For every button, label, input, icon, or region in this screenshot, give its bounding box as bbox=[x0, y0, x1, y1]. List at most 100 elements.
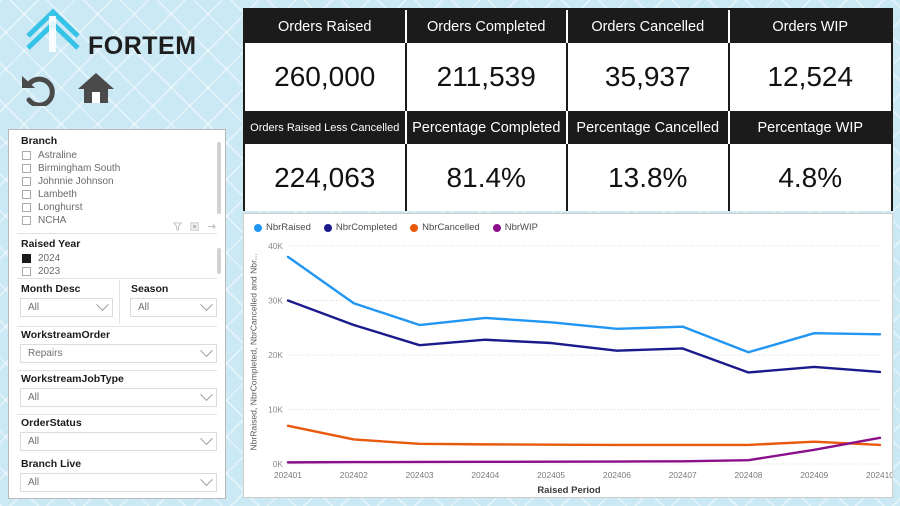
x-axis-tick-label: 202405 bbox=[537, 470, 565, 480]
raised-year-scrollbar[interactable] bbox=[217, 248, 221, 274]
x-axis-tick-label: 202408 bbox=[734, 470, 762, 480]
kpi-grid: Orders Raised Orders Completed Orders Ca… bbox=[243, 8, 893, 211]
checkbox[interactable] bbox=[22, 190, 31, 199]
workstream-job-type-dropdown[interactable]: All bbox=[20, 388, 217, 407]
slicer-workstream-job-type: WorkstreamJobType All bbox=[9, 373, 225, 407]
checkbox[interactable] bbox=[22, 216, 31, 225]
brand-name: FORTEM bbox=[88, 32, 197, 60]
chevron-down-icon bbox=[200, 298, 213, 312]
x-axis-tick-label: 202404 bbox=[471, 470, 499, 480]
main-content: Orders Raised Orders Completed Orders Ca… bbox=[243, 8, 893, 498]
legend-item-nbrcompleted[interactable]: NbrCompleted bbox=[323, 222, 398, 233]
legend-label: NbrRaised bbox=[266, 222, 311, 233]
selected-value: All bbox=[28, 436, 40, 447]
x-axis-tick-label: 202406 bbox=[603, 470, 631, 480]
filter-panel: Branch Astraline Birmingham South Johnni… bbox=[8, 129, 226, 499]
chart-plot-area: NbrRaised, NbrCompleted, NbrCancelled an… bbox=[244, 236, 894, 498]
chevron-down-icon bbox=[200, 344, 213, 358]
workstream-order-dropdown[interactable]: Repairs bbox=[20, 344, 217, 363]
x-axis-tick-label: 202402 bbox=[340, 470, 368, 480]
y-axis-tick-label: 20K bbox=[268, 350, 283, 360]
kpi-title-orders-raised: Orders Raised bbox=[245, 10, 407, 43]
order-status-dropdown[interactable]: All bbox=[20, 432, 217, 451]
kpi-title-percentage-completed: Percentage Completed bbox=[406, 111, 568, 144]
option-label: Astraline bbox=[38, 150, 77, 161]
selected-value: All bbox=[28, 392, 40, 403]
filter-icon[interactable] bbox=[173, 222, 182, 231]
legend-label: NbrWIP bbox=[504, 222, 538, 233]
kpi-value-orders-wip: 12,524 bbox=[729, 43, 891, 111]
panel-divider bbox=[17, 414, 217, 415]
legend-item-nbrraised[interactable]: NbrRaised bbox=[254, 222, 311, 233]
checkbox-checked[interactable] bbox=[22, 254, 31, 263]
brand-header: FORTEM bbox=[0, 0, 238, 66]
line-chart-card: NbrRaised NbrCompleted NbrCancelled NbrWIP … bbox=[243, 213, 893, 498]
option-label: Lambeth bbox=[38, 189, 77, 200]
branch-option[interactable]: Birmingham South bbox=[9, 162, 225, 175]
branch-live-dropdown[interactable]: All bbox=[20, 473, 217, 492]
raised-year-option[interactable]: 2023 bbox=[9, 265, 225, 278]
checkbox[interactable] bbox=[22, 267, 31, 276]
branch-option[interactable]: Lambeth bbox=[9, 188, 225, 201]
slicer-month-desc: Month Desc All bbox=[9, 283, 119, 317]
option-label: NCHA bbox=[38, 215, 67, 226]
expand-arrow-icon[interactable] bbox=[207, 222, 217, 231]
kpi-title-percentage-wip: Percentage WIP bbox=[729, 111, 891, 144]
series-line-nbrcancelled[interactable] bbox=[286, 424, 882, 447]
slicer-branch: Branch Astraline Birmingham South Johnni… bbox=[9, 135, 225, 227]
kpi-title-percentage-cancelled: Percentage Cancelled bbox=[568, 111, 730, 144]
branch-option[interactable]: Astraline bbox=[9, 149, 225, 162]
focus-mode-icon[interactable] bbox=[190, 222, 199, 231]
kpi-title-orders-cancelled: Orders Cancelled bbox=[568, 10, 730, 43]
series-line-nbrraised[interactable] bbox=[286, 255, 882, 354]
panel-divider bbox=[17, 326, 217, 327]
panel-divider bbox=[17, 233, 217, 234]
home-icon[interactable] bbox=[76, 70, 116, 106]
branch-option[interactable]: Johnnie Johnson bbox=[9, 175, 225, 188]
legend-item-nbrcancelled[interactable]: NbrCancelled bbox=[410, 222, 480, 233]
undo-arrow-icon[interactable] bbox=[18, 70, 58, 106]
checkbox[interactable] bbox=[22, 164, 31, 173]
y-axis-tick-label: 0K bbox=[273, 459, 284, 469]
chevron-down-icon bbox=[200, 473, 213, 487]
kpi-value-orders-raised: 260,000 bbox=[245, 43, 407, 111]
legend-color-swatch bbox=[410, 223, 419, 232]
branch-scrollbar[interactable] bbox=[217, 142, 221, 214]
slicer-season: Season All bbox=[119, 283, 225, 317]
month-desc-dropdown[interactable]: All bbox=[20, 298, 113, 317]
slicer-season-label: Season bbox=[131, 283, 169, 295]
left-rail: FORTEM Branch Astraline Birmingham South bbox=[0, 0, 238, 506]
checkbox[interactable] bbox=[22, 151, 31, 160]
checkbox[interactable] bbox=[22, 177, 31, 186]
kpi-value-orders-completed: 211,539 bbox=[406, 43, 568, 111]
y-axis-tick-label: 40K bbox=[268, 241, 283, 251]
legend-label: NbrCompleted bbox=[335, 222, 398, 233]
fortem-chevron-logo-icon bbox=[26, 8, 80, 52]
legend-color-swatch bbox=[254, 223, 262, 232]
option-label: 2023 bbox=[38, 266, 61, 277]
kpi-value-percentage-completed: 81.4% bbox=[406, 144, 568, 211]
branch-option[interactable]: Longhurst bbox=[9, 201, 225, 214]
raised-year-option[interactable]: 2024 bbox=[9, 252, 225, 265]
x-axis-tick-label: 202407 bbox=[669, 470, 697, 480]
checkbox[interactable] bbox=[22, 203, 31, 212]
slicer-month-desc-label: Month Desc bbox=[21, 283, 81, 295]
legend-color-swatch bbox=[492, 223, 501, 232]
panel-divider bbox=[17, 278, 217, 279]
nav-icon-group bbox=[18, 70, 116, 106]
x-axis-tick-label: 202401 bbox=[274, 470, 302, 480]
option-label: Longhurst bbox=[38, 202, 83, 213]
kpi-title-orders-raised-less-cancelled: Orders Raised Less Cancelled bbox=[245, 111, 407, 144]
slicer-tools bbox=[173, 222, 217, 231]
chart-legend: NbrRaised NbrCompleted NbrCancelled NbrWIP bbox=[254, 222, 538, 233]
slicer-workstream-order: WorkstreamOrder Repairs bbox=[9, 329, 225, 363]
panel-divider bbox=[17, 370, 217, 371]
season-dropdown[interactable]: All bbox=[130, 298, 217, 317]
x-axis-tick-label: 202403 bbox=[406, 470, 434, 480]
y-axis-tick-label: 10K bbox=[268, 405, 283, 415]
legend-item-nbrwip[interactable]: NbrWIP bbox=[492, 222, 538, 233]
selected-value: All bbox=[138, 302, 150, 313]
kpi-value-percentage-cancelled: 13.8% bbox=[568, 144, 730, 211]
selected-value: Repairs bbox=[28, 348, 63, 359]
y-axis-tick-label: 30K bbox=[268, 296, 283, 306]
